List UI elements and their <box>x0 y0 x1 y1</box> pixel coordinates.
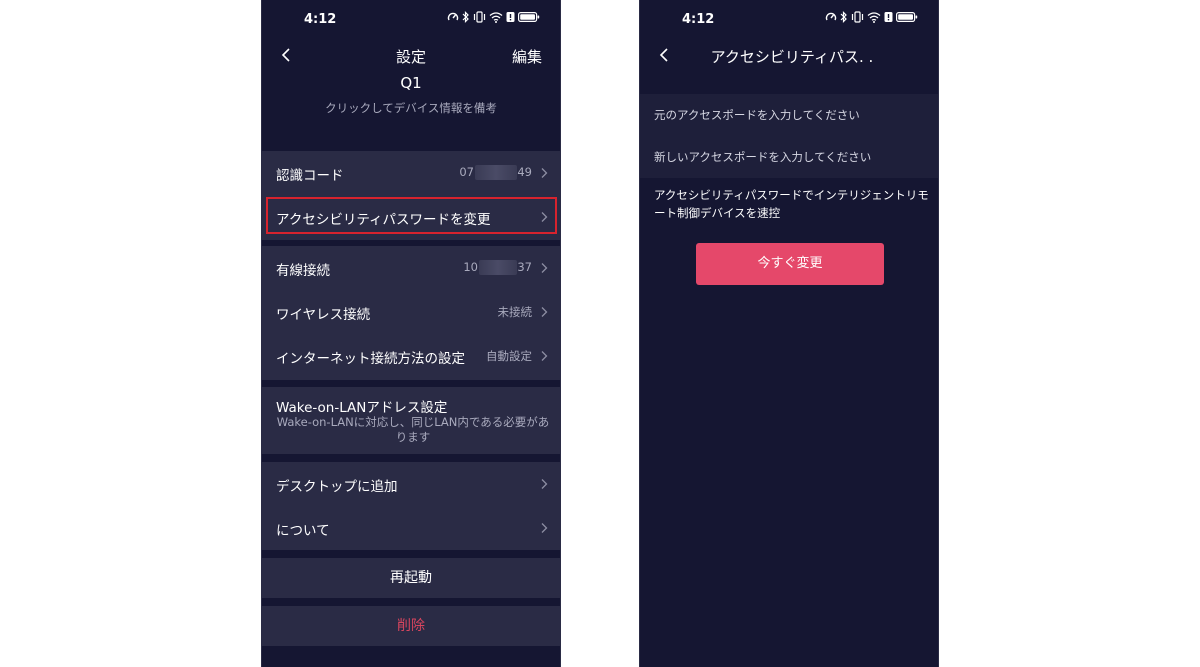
chevron-right-icon <box>541 168 548 178</box>
identification-code-value-end: 49 <box>517 165 532 179</box>
add-to-desktop-label: デスクトップに追加 <box>276 479 398 495</box>
wired-connection-value-start: 10 <box>463 260 478 274</box>
wifi-icon <box>867 12 881 23</box>
status-bar: 4:12 <box>640 0 938 40</box>
notification-icon <box>884 12 893 22</box>
chevron-right-icon <box>541 263 548 273</box>
internet-method-row[interactable]: インターネット接続方法の設定 自動設定 <box>262 334 560 378</box>
wol-description: Wake-on-LANに対応し、同じLAN内である必要があります <box>276 415 550 444</box>
vibrate-icon <box>473 11 486 23</box>
password-nav-bar: アクセシビリティパス. . <box>640 40 938 72</box>
notification-icon <box>506 12 515 22</box>
bluetooth-icon <box>462 11 469 23</box>
change-password-screen: 4:12 アクセシビリティパス. . アクセシビリティパスワードでインテリジェン… <box>639 0 939 667</box>
add-to-desktop-row[interactable]: デスクトップに追加 <box>262 462 560 506</box>
wired-connection-row[interactable]: 有線接続 37 10 <box>262 246 560 290</box>
wol-title: Wake-on-LANアドレス設定 <box>276 400 448 416</box>
speed-icon <box>447 12 459 21</box>
change-password-label: アクセシビリティパスワードを変更 <box>276 212 491 228</box>
wireless-connection-label: ワイヤレス接続 <box>276 307 371 323</box>
status-icons <box>825 11 918 23</box>
change-now-button[interactable]: 今すぐ変更 <box>696 243 884 285</box>
speed-icon <box>825 12 837 21</box>
wol-group[interactable]: Wake-on-LANアドレス設定 Wake-on-LANに対応し、同じLAN内… <box>262 387 560 454</box>
new-password-field[interactable] <box>640 136 938 178</box>
identity-group: 認識コード 49 07 アクセシビリティパスワードを変更 <box>262 151 560 240</box>
misc-group: デスクトップに追加 について <box>262 462 560 550</box>
device-name: Q1 <box>400 74 422 92</box>
settings-screen: 4:12 設定 編集 Q1 クリックしてデバイス情報を備考 認識コード 49 0… <box>261 0 561 667</box>
status-time: 4:12 <box>304 12 337 27</box>
settings-nav-bar: 設定 編集 <box>262 40 560 72</box>
battery-icon <box>896 12 918 23</box>
vibrate-icon <box>851 11 864 23</box>
identification-code-row[interactable]: 認識コード 49 07 <box>262 151 560 195</box>
about-row[interactable]: について <box>262 506 560 550</box>
status-icons <box>447 11 540 23</box>
wifi-icon <box>489 12 503 23</box>
internet-method-value: 自動設定 <box>486 349 532 363</box>
page-title: アクセシビリティパス. . <box>710 48 874 66</box>
wired-connection-label: 有線接続 <box>276 263 330 279</box>
redacted-value-mask <box>479 260 517 275</box>
old-password-field[interactable] <box>640 94 938 136</box>
delete-button[interactable]: 削除 <box>262 606 560 646</box>
status-bar: 4:12 <box>262 0 560 40</box>
password-hint-text: アクセシビリティパスワードでインテリジェントリモート制御デバイスを速控 <box>654 188 929 220</box>
chevron-right-icon <box>541 351 548 361</box>
status-time: 4:12 <box>682 12 715 27</box>
bluetooth-icon <box>840 11 847 23</box>
change-password-row[interactable]: アクセシビリティパスワードを変更 <box>262 195 560 239</box>
chevron-right-icon <box>541 307 548 317</box>
wireless-connection-value: 未接続 <box>497 305 533 319</box>
about-label: について <box>276 523 330 539</box>
device-note-link[interactable]: クリックしてデバイス情報を備考 <box>262 100 560 116</box>
edit-button[interactable]: 編集 <box>512 46 542 67</box>
wireless-connection-row[interactable]: ワイヤレス接続 未接続 <box>262 290 560 334</box>
new-password-input[interactable] <box>654 148 924 166</box>
redacted-value-mask <box>475 165 517 180</box>
chevron-right-icon <box>541 212 548 222</box>
internet-method-label: インターネット接続方法の設定 <box>276 351 465 367</box>
network-group: 有線接続 37 10 ワイヤレス接続 未接続 インターネット接続方法の設定 自動… <box>262 246 560 380</box>
restart-button[interactable]: 再起動 <box>262 558 560 598</box>
chevron-right-icon <box>541 523 548 533</box>
identification-code-value-start: 07 <box>459 165 474 179</box>
chevron-right-icon <box>541 479 548 489</box>
battery-icon <box>518 12 540 23</box>
old-password-input[interactable] <box>654 106 924 124</box>
identification-code-label: 認識コード <box>276 168 344 184</box>
wired-connection-value-end: 37 <box>517 260 532 274</box>
